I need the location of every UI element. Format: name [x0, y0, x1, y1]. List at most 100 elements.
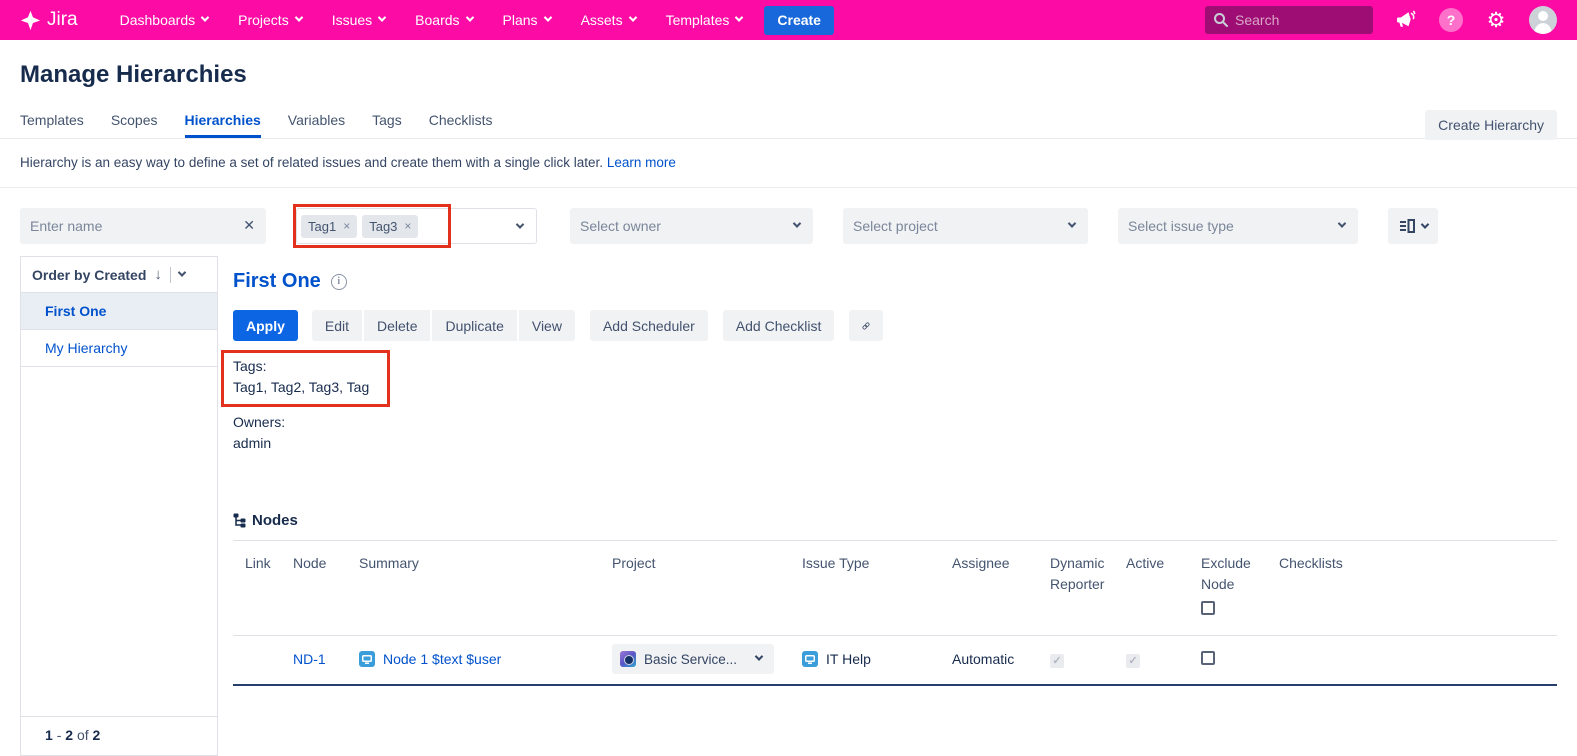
create-hierarchy-button[interactable]: Create Hierarchy — [1425, 110, 1557, 140]
col-header-link: Link — [233, 541, 281, 636]
chevron-down-icon — [294, 13, 302, 21]
content-area: Order by Created ↓ First One My Hierarch… — [0, 256, 1577, 756]
action-button-group: Edit Delete Duplicate View — [312, 310, 575, 341]
col-header-node: Node — [281, 541, 347, 636]
tab-tags[interactable]: Tags — [372, 112, 402, 138]
clear-name-icon[interactable]: ✕ — [243, 217, 255, 234]
project-dropdown[interactable]: Basic Service... — [612, 644, 774, 674]
tab-templates[interactable]: Templates — [20, 112, 84, 138]
pagination: 1 - 2 of 2 — [21, 716, 217, 755]
search-icon — [1213, 12, 1229, 28]
node-key-link[interactable]: ND-1 — [293, 651, 326, 667]
nav-item-projects[interactable]: Projects — [238, 12, 302, 28]
col-header-exclude-node: Exclude Node — [1189, 541, 1267, 636]
edit-button[interactable]: Edit — [312, 310, 362, 341]
chevron-down-icon — [543, 13, 551, 21]
nav-item-assets[interactable]: Assets — [581, 12, 636, 28]
chevron-down-icon — [628, 13, 636, 21]
owners-label: Owners: — [233, 412, 1557, 433]
pagination-start: 1 — [45, 727, 53, 743]
nav-menu: Dashboards Projects Issues Boards Plans … — [120, 12, 743, 28]
it-help-issue-type-icon — [802, 651, 818, 667]
node-summary-link[interactable]: Node 1 $text $user — [383, 651, 501, 667]
pagination-of-label: of — [77, 727, 89, 743]
help-icon[interactable]: ? — [1439, 8, 1463, 32]
tab-scopes[interactable]: Scopes — [111, 112, 158, 138]
sidebar-spacer — [21, 367, 217, 716]
view-button[interactable]: View — [519, 310, 575, 341]
owner-filter-select[interactable]: Select owner — [570, 208, 813, 244]
hierarchy-tree-icon — [233, 513, 246, 528]
tag-chip-label: Tag3 — [369, 219, 397, 234]
pagination-end: 2 — [65, 727, 73, 743]
col-header-issue-type: Issue Type — [790, 541, 940, 636]
announcements-megaphone-icon[interactable] — [1393, 7, 1419, 33]
project-filter-select[interactable]: Select project — [843, 208, 1088, 244]
exclude-node-checkbox[interactable] — [1201, 651, 1215, 665]
tag-chip: Tag3 × — [362, 215, 418, 238]
tab-checklists[interactable]: Checklists — [429, 112, 493, 138]
chevron-down-icon — [755, 652, 763, 660]
action-bar: Apply Edit Delete Duplicate View Add Sch… — [233, 310, 1557, 341]
add-scheduler-button[interactable]: Add Scheduler — [590, 310, 708, 341]
checklists-cell — [1267, 636, 1557, 686]
active-checkbox-checked-disabled: ✓ — [1126, 654, 1140, 668]
gear-icon[interactable]: ⚙ — [1483, 7, 1509, 33]
page-title: Manage Hierarchies — [20, 61, 1557, 89]
hierarchy-detail-pane: First One i Apply Edit Delete Duplicate … — [233, 256, 1557, 756]
add-checklist-button[interactable]: Add Checklist — [723, 310, 835, 341]
tags-label: Tags: — [233, 356, 369, 377]
tab-hierarchies[interactable]: Hierarchies — [185, 112, 261, 138]
tab-variables[interactable]: Variables — [288, 112, 345, 138]
create-button[interactable]: Create — [764, 6, 834, 35]
description-text: Hierarchy is an easy way to define a set… — [20, 155, 603, 170]
user-avatar[interactable] — [1529, 6, 1557, 34]
exclude-all-checkbox[interactable] — [1201, 601, 1215, 615]
hierarchy-title: First One — [233, 270, 321, 293]
name-filter: ✕ — [20, 208, 266, 244]
dynamic-reporter-checkbox-checked-disabled: ✓ — [1050, 654, 1064, 668]
chevron-down-icon — [1068, 219, 1076, 227]
issue-type-value: IT Help — [826, 651, 871, 667]
search-input[interactable] — [1205, 6, 1373, 34]
project-filter-placeholder: Select project — [853, 218, 938, 234]
node-row: ND-1 Node 1 $text $user Basic Service. — [233, 636, 1557, 686]
nav-item-boards[interactable]: Boards — [415, 12, 472, 28]
filter-bar: ✕ Tag1 × Tag3 × Select owner Select proj… — [0, 208, 1577, 244]
chevron-down-icon — [735, 13, 743, 21]
remove-tag-icon[interactable]: × — [343, 220, 350, 232]
tag-chip-label: Tag1 — [308, 219, 336, 234]
project-dropdown-value: Basic Service... — [644, 652, 737, 667]
layout-toggle-button[interactable] — [1388, 208, 1438, 244]
sort-descending-icon[interactable]: ↓ — [154, 266, 162, 283]
col-header-assignee: Assignee — [940, 541, 1038, 636]
exclude-node-cell — [1189, 636, 1267, 686]
tags-filter-select[interactable]: Tag1 × Tag3 × — [296, 208, 537, 244]
nav-item-templates[interactable]: Templates — [666, 12, 743, 28]
nav-item-issues[interactable]: Issues — [332, 12, 385, 28]
copy-link-button[interactable] — [849, 310, 883, 341]
page-description: Hierarchy is an easy way to define a set… — [0, 139, 1577, 188]
hierarchy-list-item[interactable]: My Hierarchy — [21, 330, 217, 367]
order-by-control[interactable]: Order by Created ↓ — [21, 257, 217, 293]
duplicate-button[interactable]: Duplicate — [432, 310, 516, 341]
remove-tag-icon[interactable]: × — [404, 220, 411, 232]
jira-logo[interactable]: Jira — [20, 9, 78, 31]
nav-item-plans[interactable]: Plans — [503, 12, 551, 28]
delete-button[interactable]: Delete — [364, 310, 430, 341]
learn-more-link[interactable]: Learn more — [607, 155, 676, 170]
chevron-down-icon[interactable] — [178, 268, 186, 276]
name-filter-input[interactable] — [20, 208, 266, 244]
chevron-down-icon — [516, 220, 524, 228]
info-icon[interactable]: i — [331, 274, 347, 290]
apply-button[interactable]: Apply — [233, 310, 298, 341]
nav-item-dashboards[interactable]: Dashboards — [120, 12, 209, 28]
tags-meta-annotated: Tags: Tag1, Tag2, Tag3, Tag — [221, 350, 390, 407]
hierarchy-list-item[interactable]: First One — [21, 293, 217, 330]
owners-value: admin — [233, 433, 1557, 454]
issue-type-filter-select[interactable]: Select issue type — [1118, 208, 1358, 244]
summary-cell: Node 1 $text $user — [347, 636, 600, 686]
col-header-active: Active — [1114, 541, 1189, 636]
it-help-issue-type-icon — [359, 651, 375, 667]
divider — [170, 267, 171, 283]
